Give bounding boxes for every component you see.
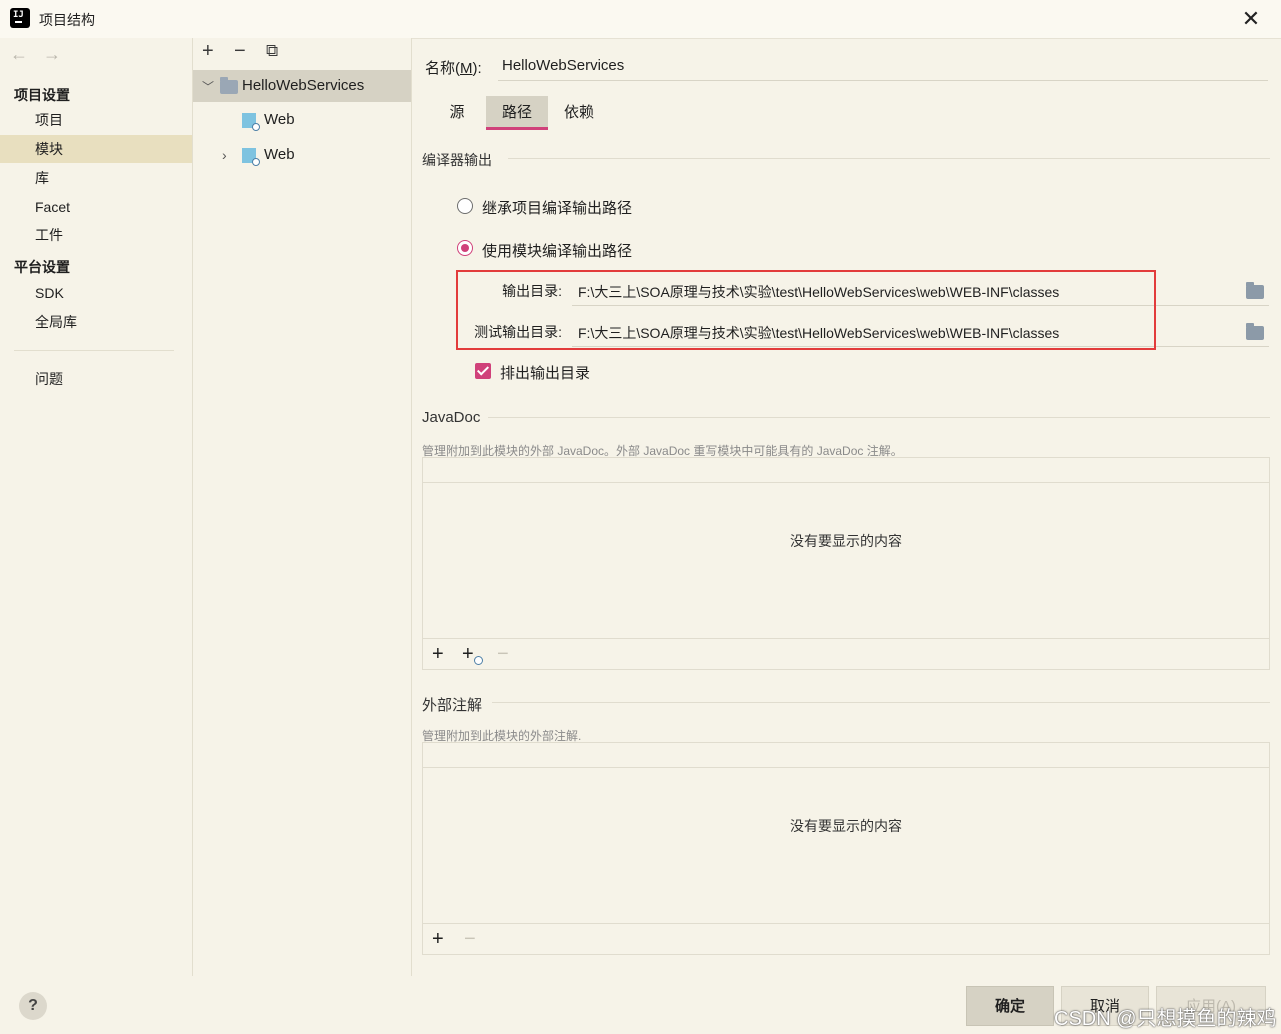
tree-node-label: HelloWebServices — [242, 77, 365, 94]
tab-dependencies[interactable]: 依赖 — [556, 96, 602, 130]
intellij-app-icon: IJ — [8, 6, 32, 30]
list-header-divider — [423, 482, 1269, 483]
external-annotations-empty-text: 没有要显示的内容 — [790, 818, 902, 834]
module-tree-panel — [193, 38, 412, 976]
nav-item-global-libraries[interactable]: 全局库 — [0, 308, 192, 336]
annotation-highlight-box — [456, 270, 1156, 350]
nav-item-facets[interactable]: Facet — [0, 193, 192, 221]
back-arrow-icon[interactable]: ← — [10, 44, 28, 65]
section-title-compiler-output: 编译器输出 — [422, 152, 492, 168]
nav-item-problems[interactable]: 问题 — [0, 365, 192, 393]
browse-folder-icon[interactable] — [1246, 323, 1264, 340]
nav-header-platform-settings: 平台设置 — [14, 259, 70, 275]
csdn-watermark: CSDN @只想摸鱼的辣鸡 — [1054, 1008, 1277, 1030]
section-divider — [492, 702, 1270, 703]
nav-item-libraries[interactable]: 库 — [0, 164, 192, 192]
list-header-divider — [423, 767, 1269, 768]
exclude-output-checkbox[interactable] — [475, 363, 491, 379]
chevron-right-icon[interactable]: › — [222, 139, 227, 171]
remove-icon[interactable]: − — [234, 40, 246, 62]
nav-item-artifacts[interactable]: 工件 — [0, 221, 192, 249]
section-title-external-annotations: 外部注解 — [422, 697, 483, 714]
exclude-output-label[interactable]: 排出输出目录 — [500, 362, 590, 383]
browse-folder-icon[interactable] — [1246, 282, 1264, 299]
inherit-output-radio[interactable] — [457, 198, 473, 214]
javadoc-empty-text: 没有要显示的内容 — [790, 533, 902, 549]
tab-sources[interactable]: 源 — [438, 96, 476, 130]
remove-javadoc-icon[interactable]: − — [497, 644, 509, 664]
help-icon[interactable]: ? — [19, 992, 47, 1020]
nav-item-sdk[interactable]: SDK — [0, 279, 192, 307]
tree-node-web-module[interactable]: › Web — [193, 139, 411, 171]
tree-node-web-facet[interactable]: Web — [193, 104, 411, 136]
forward-arrow-icon[interactable]: → — [43, 44, 61, 65]
section-divider — [508, 158, 1270, 159]
copy-icon[interactable]: ⧉ — [266, 40, 278, 62]
tree-node-label: Web — [264, 146, 295, 163]
nav-divider — [14, 350, 174, 351]
tab-paths[interactable]: 路径 — [486, 96, 548, 130]
globe-icon — [474, 656, 483, 665]
javadoc-toolbar — [423, 638, 1269, 669]
window-title: 项目结构 — [39, 12, 95, 28]
section-divider — [488, 417, 1270, 418]
add-annotation-icon[interactable]: + — [432, 929, 444, 949]
section-title-javadoc: JavaDoc — [422, 409, 481, 426]
module-folder-icon — [220, 77, 238, 94]
nav-item-project[interactable]: 项目 — [0, 106, 192, 134]
web-facet-icon — [242, 113, 260, 131]
name-label: 名称(M): — [425, 60, 482, 77]
web-module-icon — [242, 148, 260, 166]
add-javadoc-icon[interactable]: + — [432, 644, 444, 664]
external-annotations-toolbar — [423, 923, 1269, 954]
module-output-radio[interactable] — [457, 240, 473, 256]
close-icon[interactable]: ✕ — [1238, 6, 1264, 32]
ok-button[interactable]: 确定 — [966, 986, 1054, 1026]
add-javadoc-url-icon[interactable]: + — [462, 644, 474, 664]
remove-annotation-icon[interactable]: − — [464, 929, 476, 949]
inherit-output-label[interactable]: 继承项目编译输出路径 — [482, 197, 632, 218]
module-name-value: HelloWebServices — [502, 57, 625, 74]
tree-node-label: Web — [264, 111, 295, 128]
nav-item-modules[interactable]: 模块 — [0, 135, 192, 163]
nav-header-project-settings: 项目设置 — [14, 87, 70, 103]
chevron-down-icon[interactable]: ﹀ — [202, 71, 214, 103]
module-output-label[interactable]: 使用模块编译输出路径 — [482, 240, 632, 261]
add-icon[interactable]: + — [202, 40, 214, 62]
tree-node-hellowebservices[interactable]: ﹀ HelloWebServices — [193, 70, 411, 102]
title-bar: IJ 项目结构 ✕ — [0, 0, 1281, 39]
